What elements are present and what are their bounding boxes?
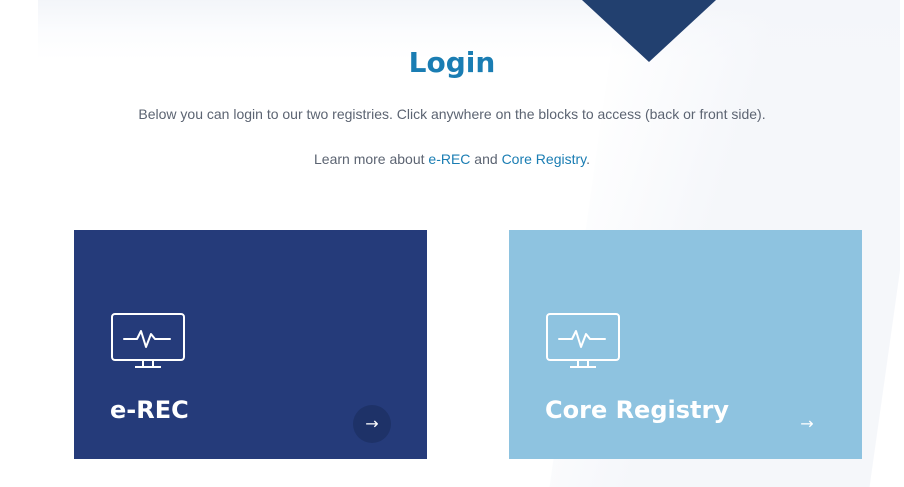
erec-card-label: e-REC	[110, 396, 189, 424]
page: Login Below you can login to our two reg…	[0, 0, 904, 487]
learn-more-prefix: Learn more about	[314, 151, 429, 167]
core-registry-login-card[interactable]: Core Registry →	[509, 230, 862, 459]
intro-text: Below you can login to our two registrie…	[138, 106, 766, 122]
core-registry-link[interactable]: Core Registry	[502, 151, 587, 167]
core-registry-arrow-icon[interactable]: →	[788, 405, 826, 443]
monitor-heartbeat-icon	[111, 313, 185, 368]
learn-more-text: Learn more about e-REC and Core Registry…	[0, 151, 904, 167]
learn-more-and: and	[470, 151, 502, 167]
erec-link[interactable]: e-REC	[428, 151, 470, 167]
erec-login-card[interactable]: e-REC →	[74, 230, 427, 459]
page-title: Login	[408, 46, 496, 79]
learn-more-suffix: .	[586, 151, 590, 167]
monitor-heartbeat-icon	[546, 313, 620, 368]
erec-arrow-icon[interactable]: →	[353, 405, 391, 443]
core-registry-card-label: Core Registry	[545, 396, 729, 424]
